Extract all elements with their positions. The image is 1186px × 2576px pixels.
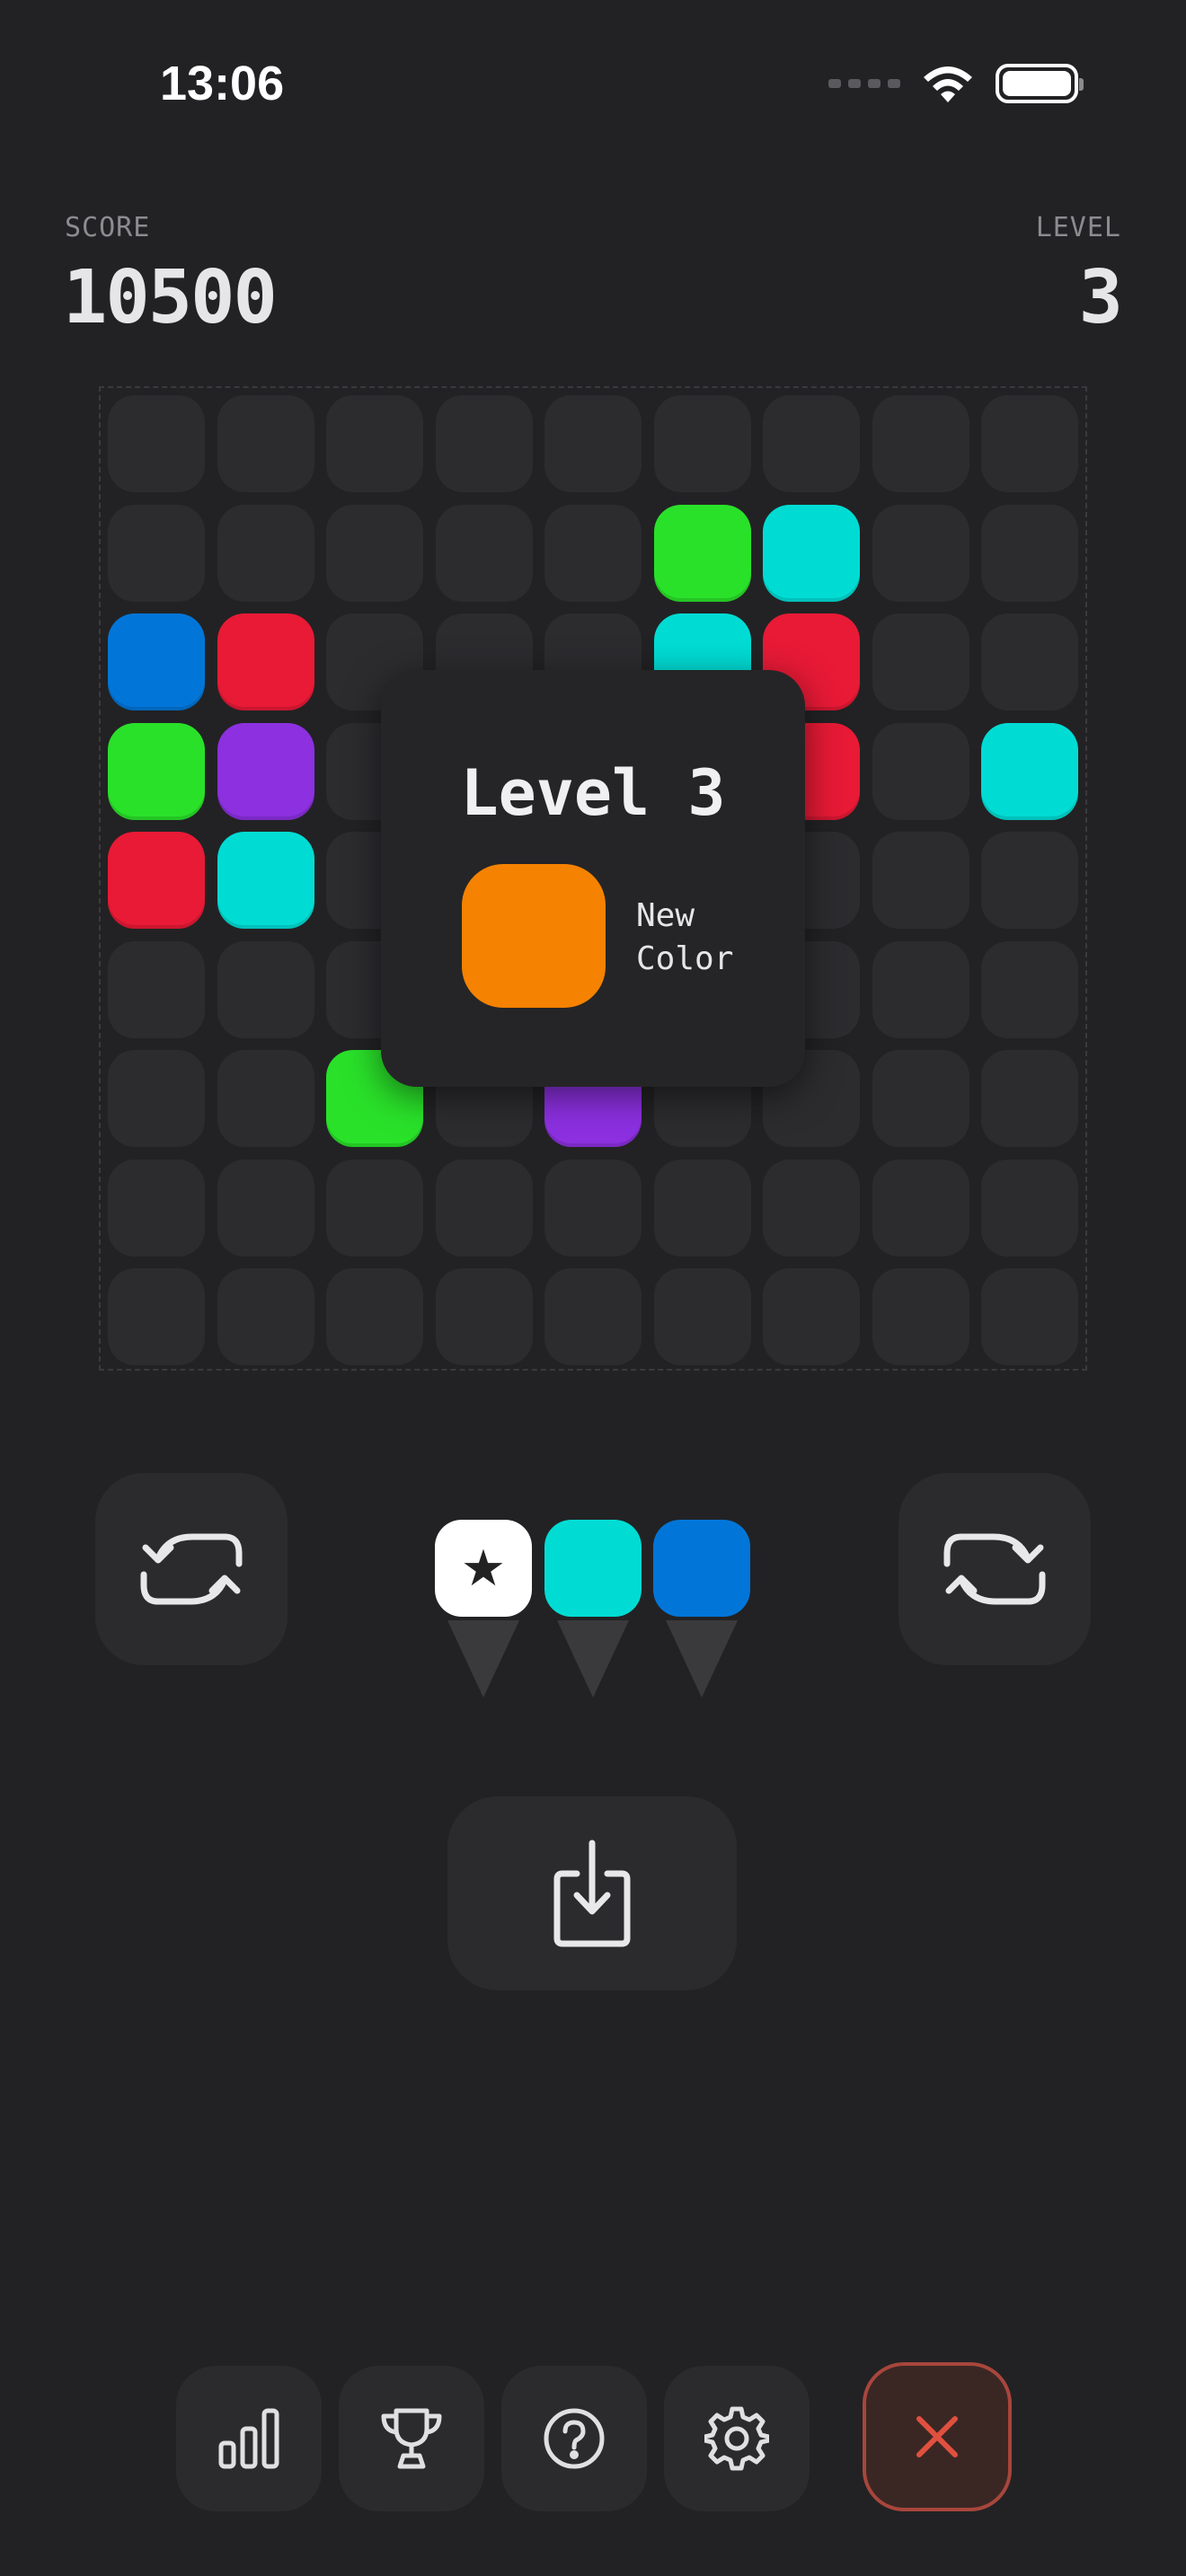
board-cell-empty[interactable] [981,1050,1078,1147]
board-cell-empty[interactable] [981,832,1078,929]
board-cell-empty[interactable] [872,613,969,710]
board-cell-empty[interactable] [217,504,314,602]
piece-pointer-icon [666,1620,738,1698]
board-cell-empty[interactable] [108,1159,205,1257]
wifi-icon [924,66,972,102]
board-cell-empty[interactable] [981,504,1078,602]
board-cell-empty[interactable] [653,395,751,492]
board-cell-empty[interactable] [544,1159,642,1257]
status-indicators [828,63,1084,104]
board-cell-empty[interactable] [872,504,969,602]
board-cell-empty[interactable] [108,1050,205,1147]
board-cell-empty[interactable] [435,1268,533,1365]
board-cell-empty[interactable] [435,1159,533,1257]
board-cell-empty[interactable] [981,1159,1078,1257]
board-cell-cyan[interactable] [763,504,860,602]
star-icon: ★ [460,1539,507,1598]
board-cell-empty[interactable] [981,395,1078,492]
next-piece-blue[interactable] [653,1520,750,1617]
cellular-signal-icon [828,79,900,88]
rotate-right-button[interactable] [898,1473,1091,1665]
popup-message-line1: New [636,897,695,934]
score-label: SCORE [65,212,151,243]
board-cell-purple[interactable] [217,722,314,820]
board-cell-empty[interactable] [326,395,423,492]
popup-message: New Color [636,895,780,981]
level-up-popup: Level 3 New Color [381,670,805,1087]
board-cell-empty[interactable] [217,940,314,1038]
board-cell-blue[interactable] [108,613,205,710]
score-value: 10500 [63,255,278,340]
board-cell-empty[interactable] [763,1159,860,1257]
board-cell-red[interactable] [217,613,314,710]
board-cell-cyan[interactable] [217,832,314,929]
board-cell-empty[interactable] [872,940,969,1038]
piece-pointer-icon [557,1620,629,1698]
board-cell-empty[interactable] [435,504,533,602]
stats-icon [218,2408,279,2469]
board-cell-empty[interactable] [217,395,314,492]
board-cell-empty[interactable] [326,504,423,602]
rotate-ccw-icon [140,1533,243,1605]
popup-message-line2: Color [636,940,734,977]
battery-icon [996,64,1084,103]
board-cell-empty[interactable] [217,1159,314,1257]
level-label: LEVEL [1035,212,1121,243]
board-cell-empty[interactable] [872,722,969,820]
board-cell-empty[interactable] [108,1268,205,1365]
board-cell-empty[interactable] [981,940,1078,1038]
board-cell-empty[interactable] [653,1268,751,1365]
board-cell-cyan[interactable] [981,722,1078,820]
gear-icon [704,2406,769,2471]
rotate-cw-icon [943,1533,1046,1605]
board-cell-empty[interactable] [108,940,205,1038]
board-cell-empty[interactable] [544,1268,642,1365]
board-cell-empty[interactable] [544,395,642,492]
board-cell-empty[interactable] [981,1268,1078,1365]
board-cell-empty[interactable] [763,395,860,492]
board-cell-empty[interactable] [544,504,642,602]
stats-button[interactable] [176,2366,322,2511]
trophy-icon [381,2408,442,2469]
board-cell-empty[interactable] [981,613,1078,710]
help-icon [544,2408,605,2469]
board-cell-empty[interactable] [872,1268,969,1365]
board-cell-empty[interactable] [763,1268,860,1365]
status-time: 13:06 [160,57,285,110]
board-cell-empty[interactable] [217,1050,314,1147]
board-cell-empty[interactable] [872,1159,969,1257]
board-cell-empty[interactable] [326,1159,423,1257]
board-cell-empty[interactable] [435,395,533,492]
next-piece-white[interactable]: ★ [435,1520,532,1617]
close-icon [916,2416,958,2457]
board-cell-empty[interactable] [108,504,205,602]
leaderboard-button[interactable] [339,2366,484,2511]
popup-title: Level 3 [460,756,726,830]
piece-pointer-icon [447,1620,519,1698]
board-cell-empty[interactable] [872,832,969,929]
board-cell-empty[interactable] [872,395,969,492]
board-cell-red[interactable] [108,832,205,929]
download-icon [553,1839,631,1947]
quit-button[interactable] [863,2362,1012,2511]
settings-button[interactable] [664,2366,810,2511]
board-cell-green[interactable] [653,504,751,602]
new-color-swatch [462,864,606,1008]
board-cell-green[interactable] [108,722,205,820]
board-cell-empty[interactable] [326,1268,423,1365]
board-cell-empty[interactable] [217,1268,314,1365]
next-piece-cyan[interactable] [544,1520,642,1617]
help-button[interactable] [501,2366,647,2511]
board-cell-empty[interactable] [108,395,205,492]
board-cell-empty[interactable] [653,1159,751,1257]
rotate-left-button[interactable] [95,1473,288,1665]
board-cell-empty[interactable] [872,1050,969,1147]
level-value: 3 [1078,255,1123,340]
drop-button[interactable] [447,1796,737,1990]
